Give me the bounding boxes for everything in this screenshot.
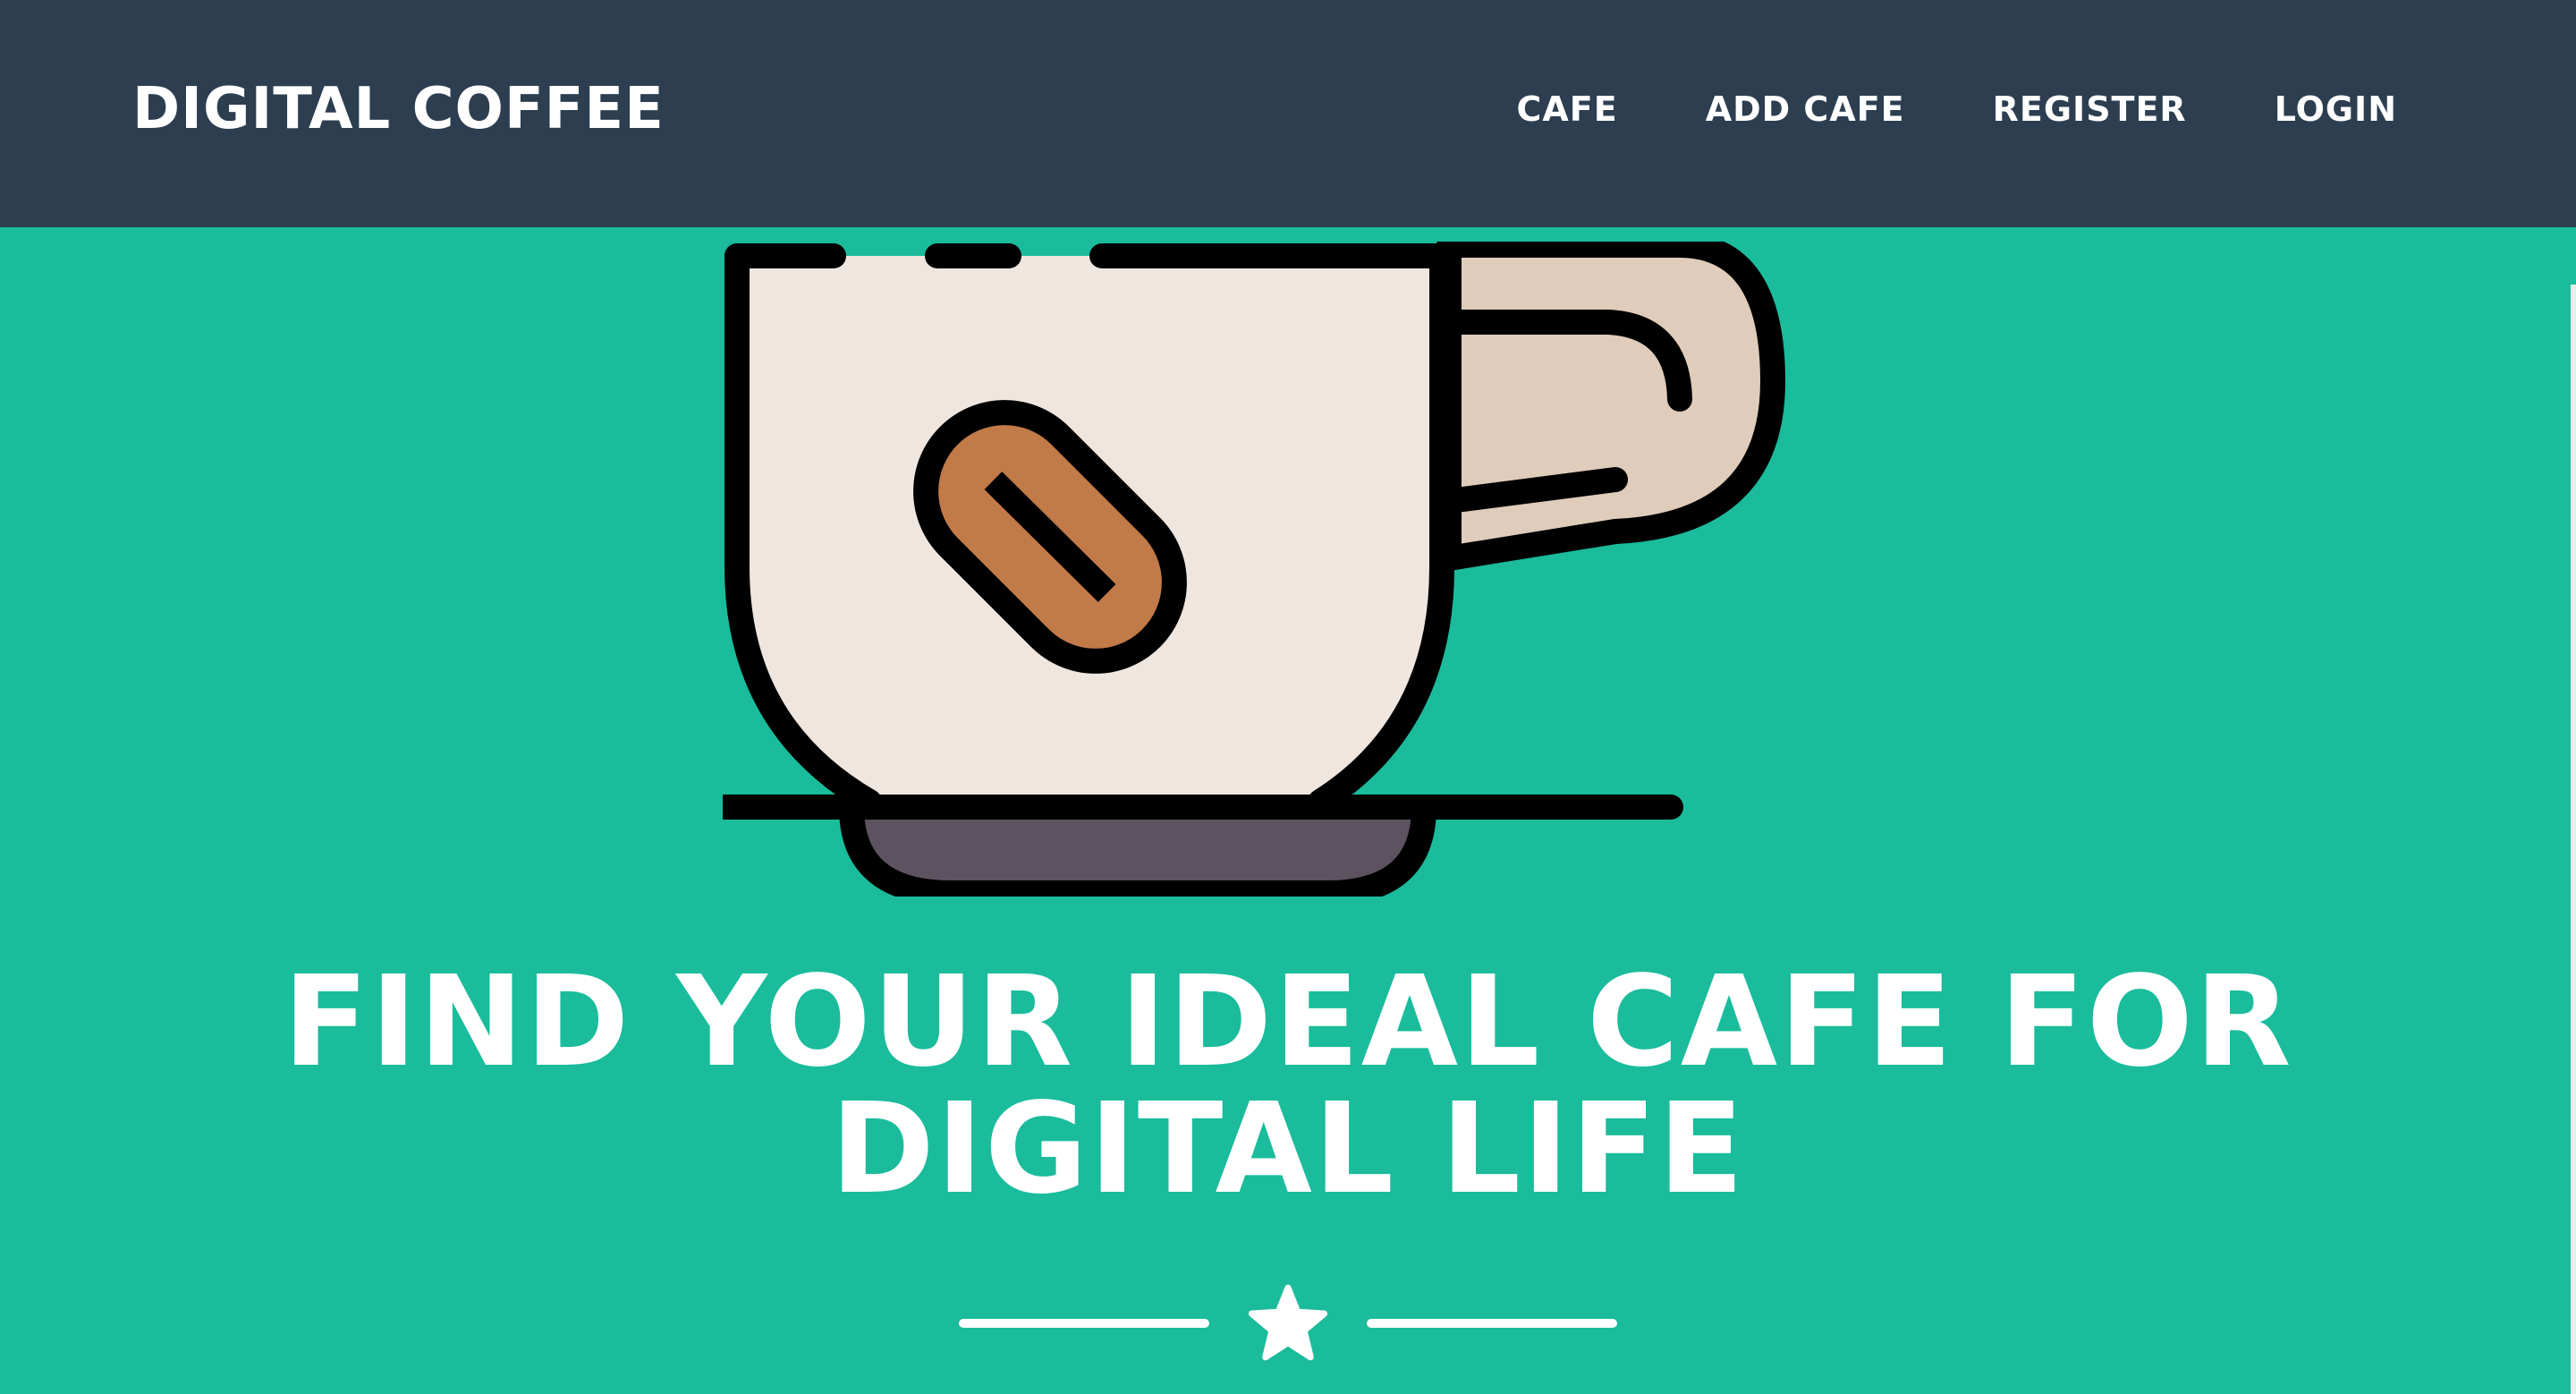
page: DIGITAL COFFEE CAFE ADD CAFE REGISTER LO… bbox=[0, 0, 2576, 1394]
cup-handle bbox=[1436, 242, 1785, 571]
page-scroll-edge bbox=[2571, 285, 2576, 1394]
nav-link-add-cafe[interactable]: ADD CAFE bbox=[1706, 84, 1905, 134]
nav-links: CAFE ADD CAFE REGISTER LOGIN bbox=[1516, 84, 2397, 134]
star-icon bbox=[1248, 1284, 1328, 1361]
divider-line-left bbox=[959, 1319, 1209, 1328]
divider-line-right bbox=[1367, 1319, 1617, 1328]
star-divider bbox=[959, 1281, 1617, 1365]
nav-link-cafe[interactable]: CAFE bbox=[1516, 84, 1617, 134]
coffee-cup-icon bbox=[723, 242, 1785, 897]
saucer bbox=[839, 795, 1436, 897]
brand-logo-link[interactable]: DIGITAL COFFEE bbox=[132, 73, 665, 145]
nav-link-register[interactable]: REGISTER bbox=[1993, 84, 2187, 134]
masthead-heading: FIND YOUR IDEAL CAFE FOR DIGITAL LIFE bbox=[283, 949, 2293, 1222]
nav-link-login[interactable]: LOGIN bbox=[2275, 84, 2397, 134]
navbar: DIGITAL COFFEE CAFE ADD CAFE REGISTER LO… bbox=[0, 0, 2576, 227]
